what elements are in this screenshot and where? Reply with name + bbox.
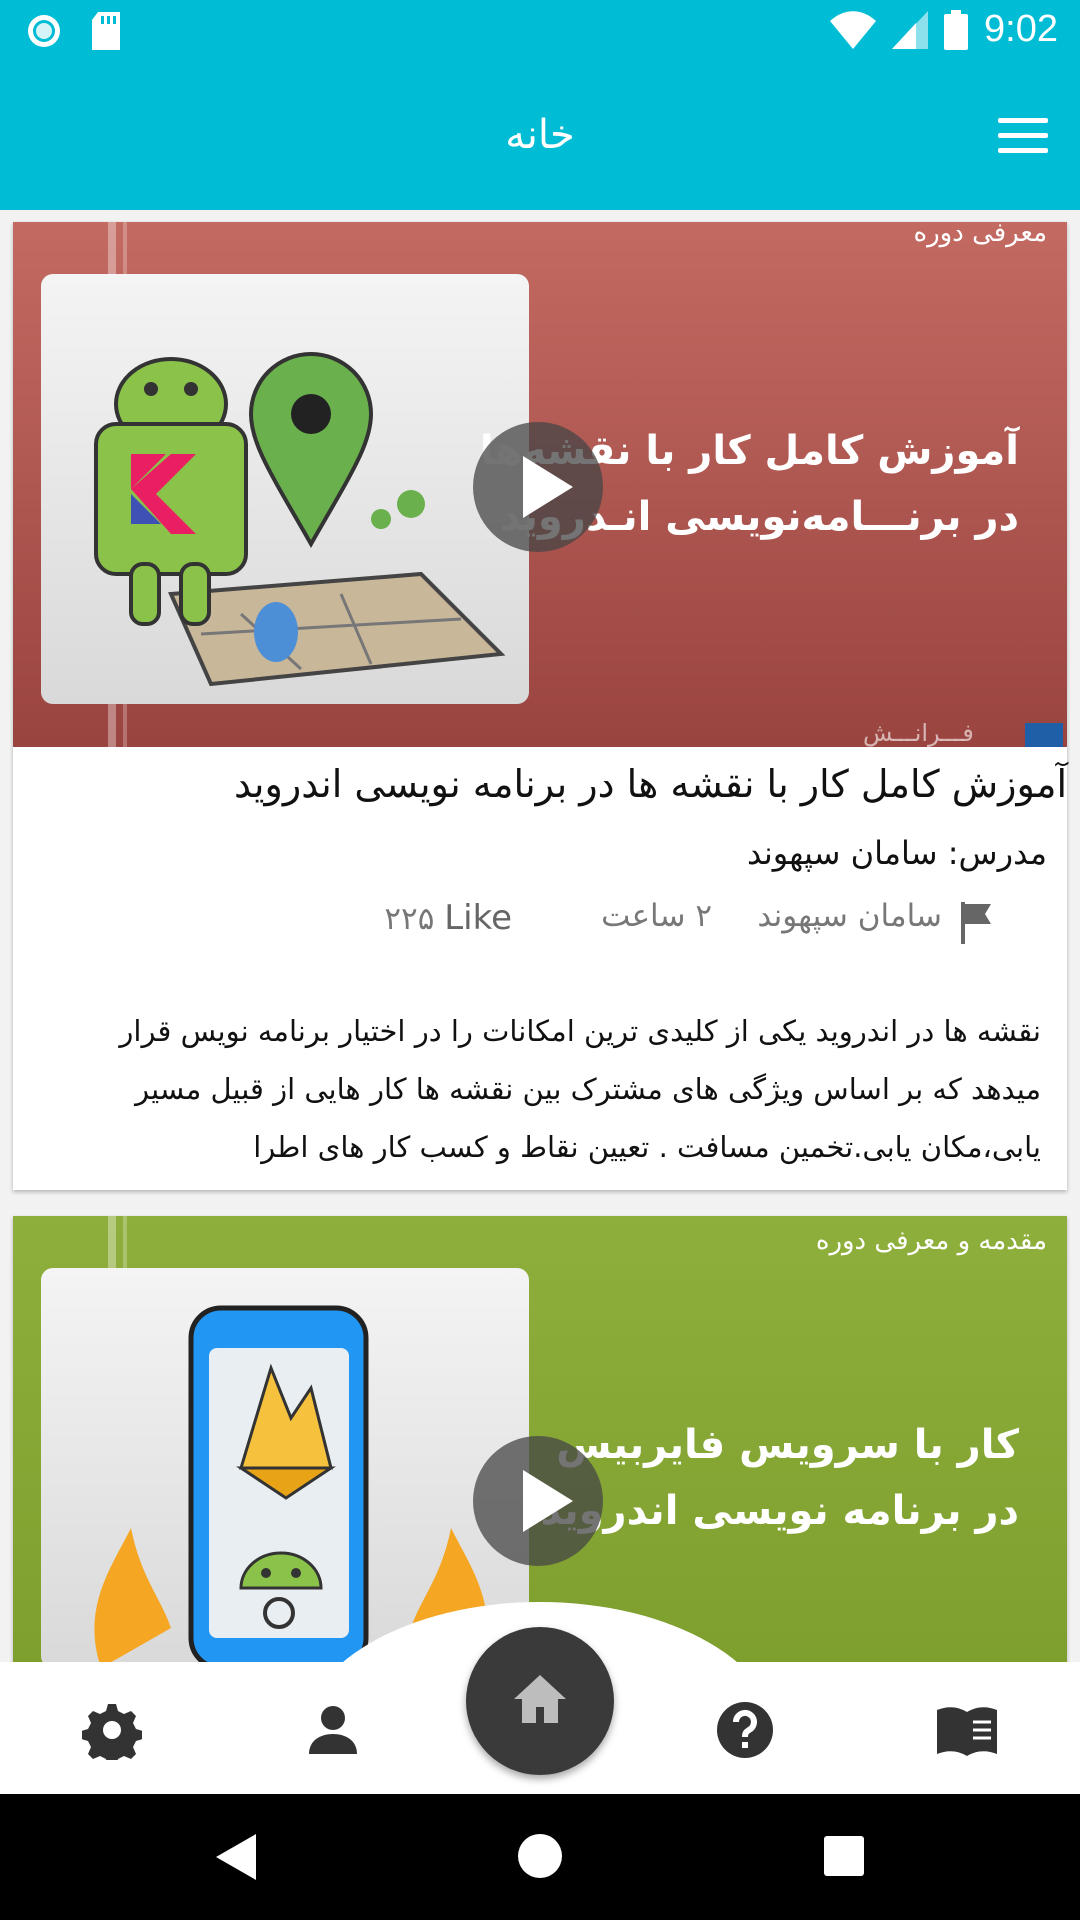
book-icon[interactable] bbox=[935, 1700, 999, 1760]
course-teacher: مدرس: سامان سپهوند bbox=[747, 834, 1047, 872]
thumbnail-tag: معرفی دوره bbox=[913, 222, 1048, 248]
android-map-illustration bbox=[94, 352, 506, 687]
course-card[interactable]: معرفی دوره آموزش کامل کار با نقشه‌ها در … bbox=[13, 222, 1067, 1190]
screen: 9:02 خانه معرفی دوره آموزش کامل کار با ن… bbox=[0, 0, 1080, 1920]
hamburger-menu-icon[interactable] bbox=[998, 118, 1048, 154]
like-count[interactable]: ۲۲۵ Like bbox=[384, 898, 512, 948]
course-duration: ۲ ساعت bbox=[601, 898, 712, 934]
home-circle-icon[interactable] bbox=[518, 1834, 562, 1878]
thumbnail-caption-line: کار با سرویس فایربیس bbox=[556, 1422, 1019, 1468]
thumbnail-illustration bbox=[41, 274, 529, 704]
clock: 9:02 bbox=[984, 8, 1058, 50]
back-icon[interactable] bbox=[216, 1834, 256, 1880]
recents-icon[interactable] bbox=[824, 1836, 864, 1876]
play-icon[interactable] bbox=[473, 1436, 603, 1566]
thumbnail-tag: مقدمه و معرفی دوره bbox=[815, 1226, 1047, 1256]
wifi-icon bbox=[830, 10, 877, 49]
like-count-value: ۲۲۵ bbox=[384, 901, 435, 937]
course-title[interactable]: آموزش کامل کار با نقشه ها در برنامه نویس… bbox=[234, 762, 1067, 806]
course-card[interactable]: مقدمه و معرفی دوره کار با سرویس فایربیس … bbox=[13, 1216, 1067, 1662]
status-bar: 9:02 bbox=[0, 0, 1080, 64]
signal-icon bbox=[892, 10, 929, 49]
play-icon[interactable] bbox=[473, 422, 603, 552]
thumbnail-caption-line: در برنامه نویسی اندروید bbox=[540, 1488, 1019, 1534]
flag-icon bbox=[961, 902, 991, 944]
thumbnail-illustration bbox=[41, 1268, 529, 1662]
watermark-text: فـــرانـــش bbox=[863, 719, 974, 747]
course-thumbnail[interactable]: معرفی دوره آموزش کامل کار با نقشه‌ها در … bbox=[13, 222, 1067, 747]
page-title: خانه bbox=[505, 112, 575, 158]
person-icon[interactable] bbox=[303, 1700, 363, 1760]
course-thumbnail[interactable]: مقدمه و معرفی دوره کار با سرویس فایربیس … bbox=[13, 1216, 1067, 1662]
battery-icon bbox=[944, 9, 969, 50]
firebase-phone-illustration bbox=[94, 1305, 488, 1662]
home-button[interactable] bbox=[466, 1627, 614, 1775]
notification-circle-icon bbox=[28, 15, 60, 47]
help-icon[interactable] bbox=[715, 1700, 775, 1760]
course-list[interactable]: معرفی دوره آموزش کامل کار با نقشه‌ها در … bbox=[0, 210, 1080, 1662]
course-author: سامان سپهوند bbox=[757, 898, 942, 934]
course-description: نقشه ها در اندروید یکی از کلیدی ترین امک… bbox=[119, 1014, 1041, 1164]
home-icon bbox=[514, 1675, 566, 1723]
app-bar: خانه bbox=[0, 64, 1080, 210]
checkmark-logo-icon bbox=[1025, 723, 1063, 747]
system-navigation-bar bbox=[0, 1794, 1080, 1920]
sd-card-icon bbox=[92, 12, 120, 50]
thumbnail-caption: کار با سرویس فایربیس در برنامه نویسی اند… bbox=[541, 1412, 1019, 1544]
gear-icon[interactable] bbox=[82, 1700, 142, 1760]
like-label: Like bbox=[444, 898, 512, 938]
